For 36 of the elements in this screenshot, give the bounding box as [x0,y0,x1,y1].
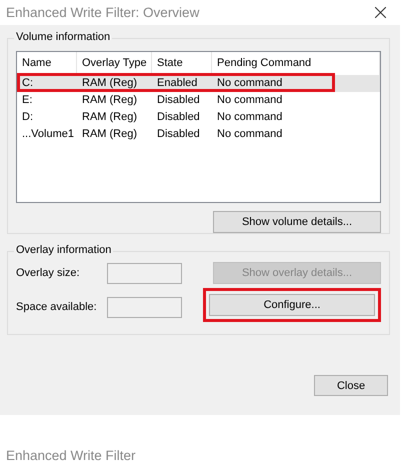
table-cell-text: Disabled [156,93,201,108]
input-field[interactable] [107,296,182,318]
list-row[interactable]: ...Volume1 RAM (Reg) Disabled No command [17,126,380,143]
group-title: Overlay information [14,244,114,256]
table-cell-text: C: [21,76,34,91]
column-header[interactable]: State [152,52,212,75]
table-cell-text: D: [21,110,34,125]
table-cell-text: Disabled [156,127,201,142]
group-title: Volume information [14,31,112,43]
table-cell-text: Enabled [156,76,198,91]
table-cell-text: ...Volume1 [21,127,75,142]
table-cell-text: No command [216,76,284,91]
list-row[interactable]: D: RAM (Reg) Disabled No command [17,109,380,126]
list-row[interactable]: E: RAM (Reg) Disabled No command [17,92,380,109]
table-cell-text: RAM (Reg) [81,127,138,142]
column-header[interactable]: Overlay Type [77,52,152,75]
table-cell-text: RAM (Reg) [81,76,138,91]
button[interactable]: Configure... [209,294,375,316]
field-label: Space available: [16,301,98,313]
input-field[interactable] [107,262,182,284]
window-title: Enhanced Write Filter [6,448,136,463]
window-title: Enhanced Write Filter: Overview [6,5,200,20]
field-label: Overlay size: [16,267,81,279]
table-cell-text: No command [216,93,284,108]
list-row[interactable]: C: RAM (Reg) Enabled No command [17,75,380,92]
close-button[interactable]: Close [314,375,388,396]
column-header[interactable]: Name [17,52,77,75]
list-view[interactable]: Name Overlay Type State Pending Command C: RAM (Reg) Enabled No command E: RAM (Reg) Disabled No command D: RAM (Reg) Disabled No command ...Volume1 RAM (Reg) Disabled No command [16,51,381,203]
table-cell-text: RAM (Reg) [81,110,138,125]
table-cell-text: Disabled [156,110,201,125]
table-cell-text: E: [21,93,34,108]
table-cell-text: RAM (Reg) [81,93,138,108]
button[interactable]: Show volume details... [213,211,381,233]
close-icon[interactable] [375,7,386,18]
table-cell-text: No command [216,110,284,125]
table-cell-text: No command [216,127,284,142]
